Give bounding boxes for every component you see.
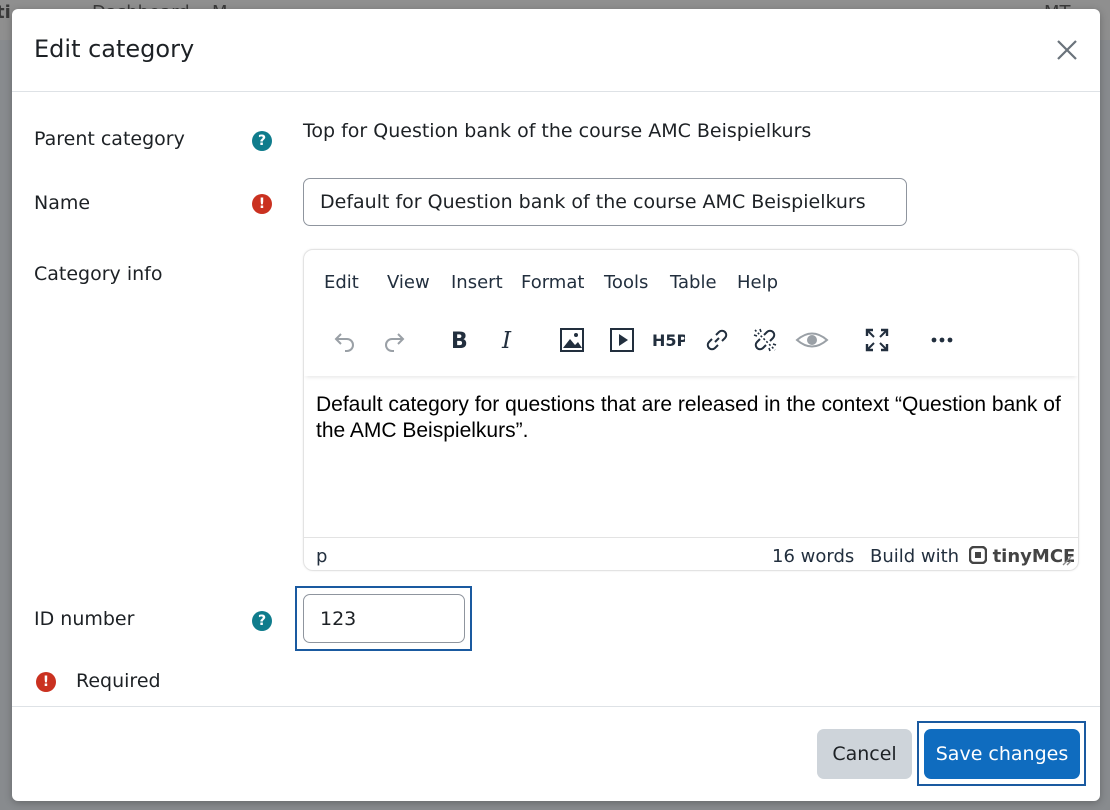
fullscreen-icon — [865, 328, 889, 352]
italic-button[interactable]: I — [489, 322, 525, 358]
svg-text:I: I — [501, 328, 512, 353]
parent-category-help-icon[interactable]: ? — [252, 131, 272, 151]
id-number-label: ID number — [34, 608, 135, 630]
editor-toolbar: B I H5P — [324, 322, 1064, 358]
close-button[interactable] — [1052, 35, 1082, 65]
required-note: Required — [76, 670, 161, 692]
branding-prefix: Build with — [870, 546, 960, 567]
category-info-editor: Edit View Insert Format Tools Table Help — [303, 249, 1079, 571]
word-count[interactable]: 16 words — [772, 546, 854, 567]
background-site-fragment: ti — [0, 2, 11, 23]
h5p-icon: H5P — [652, 331, 685, 350]
media-button[interactable] — [604, 322, 640, 358]
name-required-icon: ! — [252, 194, 272, 214]
image-button[interactable] — [554, 322, 590, 358]
menu-help[interactable]: Help — [737, 272, 778, 293]
element-path[interactable]: p — [316, 546, 327, 567]
editor-statusbar: p 16 words Build with tinyMCE — [304, 537, 1078, 571]
modal-footer: Cancel Save changes — [12, 706, 1100, 802]
h5p-button[interactable]: H5P — [650, 322, 686, 358]
cancel-button[interactable]: Cancel — [817, 729, 912, 779]
redo-button[interactable] — [376, 322, 412, 358]
preview-button[interactable] — [792, 322, 832, 358]
more-button[interactable] — [924, 322, 960, 358]
close-icon — [1057, 40, 1077, 60]
required-note-icon: ! — [36, 672, 56, 692]
toolbar-divider — [304, 368, 1078, 376]
menu-format[interactable]: Format — [521, 272, 584, 293]
link-icon — [706, 329, 728, 351]
undo-icon — [334, 333, 354, 352]
link-button[interactable] — [699, 322, 735, 358]
tinymce-branding-link[interactable]: Build with tinyMCE — [870, 545, 1075, 567]
redo-icon — [385, 333, 405, 352]
menu-view[interactable]: View — [387, 272, 430, 293]
svg-text:H5P: H5P — [652, 331, 685, 350]
unlink-icon — [753, 328, 777, 352]
id-number-help-icon[interactable]: ? — [252, 611, 272, 631]
name-input[interactable] — [303, 178, 907, 226]
category-info-label: Category info — [34, 263, 163, 285]
name-label: Name — [34, 192, 91, 214]
editor-content[interactable]: Default category for questions that are … — [316, 392, 1068, 444]
menu-insert[interactable]: Insert — [451, 272, 503, 293]
unlink-button[interactable] — [747, 322, 783, 358]
menu-edit[interactable]: Edit — [324, 272, 359, 293]
parent-category-label: Parent category — [34, 128, 185, 150]
resize-grip-icon — [1062, 556, 1072, 566]
edit-category-dialog: Edit category Parent category ? Top for … — [12, 9, 1100, 801]
bold-icon: B — [451, 329, 468, 353]
more-icon — [931, 337, 953, 343]
modal-title: Edit category — [34, 35, 195, 63]
save-changes-button[interactable]: Save changes — [924, 729, 1080, 779]
editor-resize-handle[interactable] — [1059, 552, 1073, 566]
bold-button[interactable]: B — [441, 322, 477, 358]
menu-tools[interactable]: Tools — [604, 272, 648, 293]
parent-category-value: Top for Question bank of the course AMC … — [303, 120, 812, 142]
tinymce-logo-icon — [968, 545, 988, 565]
menu-table[interactable]: Table — [670, 272, 717, 293]
fullscreen-button[interactable] — [859, 322, 895, 358]
id-number-input[interactable] — [303, 594, 465, 643]
preview-icon — [795, 332, 829, 348]
italic-icon: I — [501, 328, 512, 353]
svg-text:B: B — [451, 329, 468, 353]
image-icon — [560, 328, 584, 352]
media-icon — [610, 328, 634, 352]
undo-button[interactable] — [327, 322, 363, 358]
modal-header: Edit category — [12, 9, 1100, 92]
